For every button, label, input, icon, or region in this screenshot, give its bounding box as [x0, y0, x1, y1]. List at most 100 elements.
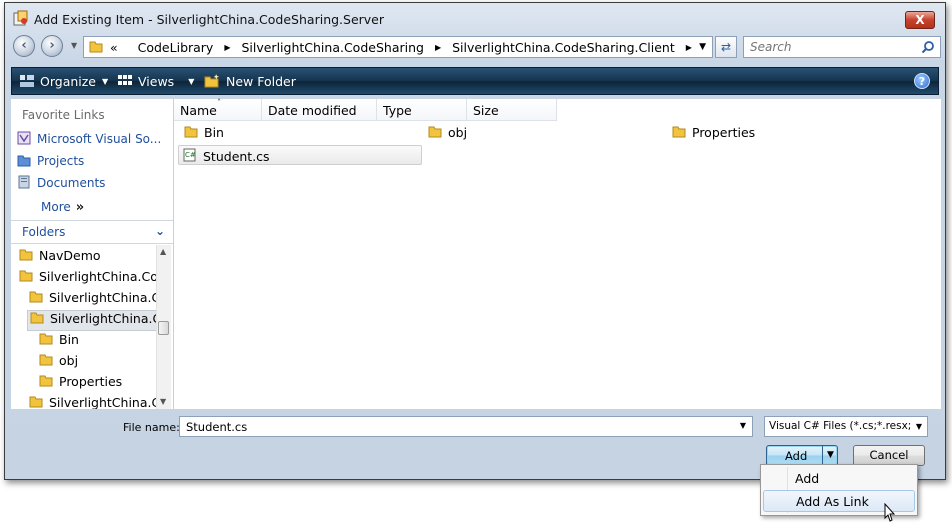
- organize-label: Organize: [40, 74, 96, 89]
- column-header-label: Type: [383, 103, 412, 118]
- folders-header-label: Folders: [22, 225, 66, 239]
- favorite-link-documents[interactable]: Documents: [17, 175, 167, 195]
- cancel-button[interactable]: Cancel: [853, 445, 925, 466]
- favorite-links-header: Favorite Links: [22, 108, 105, 122]
- search-input[interactable]: [748, 39, 917, 55]
- favorite-link-visual-studio[interactable]: Microsoft Visual So...: [17, 131, 167, 151]
- add-existing-item-dialog: Add Existing Item - SilverlightChina.Cod…: [4, 2, 946, 480]
- views-menu[interactable]: Views ▼: [118, 74, 194, 89]
- breadcrumb-separator-icon[interactable]: ▶: [686, 43, 692, 52]
- column-header-type[interactable]: Type: [377, 99, 467, 121]
- tree-item-label: Properties: [59, 374, 123, 389]
- tree-item[interactable]: SilverlightChina.C: [29, 395, 156, 409]
- folder-icon: [39, 375, 53, 387]
- documents-icon: [18, 175, 30, 189]
- favorite-link-projects[interactable]: Projects: [17, 153, 167, 173]
- add-split-button[interactable]: Add ▼: [766, 445, 838, 466]
- back-arrow-icon: ‹: [21, 38, 27, 53]
- file-name-combobox[interactable]: ▼: [179, 416, 753, 437]
- csharp-file-icon: C#: [183, 148, 196, 162]
- file-item-selected[interactable]: C# Student.cs: [178, 145, 422, 165]
- breadcrumb-codesharing[interactable]: SilverlightChina.CodeSharing: [241, 40, 423, 55]
- organize-menu[interactable]: Organize ▼: [20, 74, 108, 89]
- address-dropdown-icon[interactable]: ▼: [699, 42, 706, 52]
- folder-icon: [428, 126, 442, 138]
- scrollbar-thumb[interactable]: [158, 321, 169, 335]
- file-item-label: Properties: [692, 125, 756, 140]
- file-item-folder[interactable]: obj: [424, 125, 471, 145]
- file-item-label: Student.cs: [203, 149, 270, 164]
- chevron-down-icon[interactable]: ▼: [740, 421, 746, 430]
- title-bar: Add Existing Item - SilverlightChina.Cod…: [5, 3, 945, 33]
- file-item-label: Bin: [204, 125, 224, 140]
- folder-icon: [19, 249, 33, 261]
- more-links-button[interactable]: More »: [41, 200, 84, 215]
- search-icon[interactable]: [921, 40, 935, 54]
- scroll-up-icon[interactable]: ▲: [160, 247, 166, 256]
- breadcrumb-separator-icon[interactable]: ▶: [224, 43, 230, 52]
- more-label: More: [41, 200, 71, 214]
- caret-down-icon: ▼: [102, 77, 109, 86]
- caret-down-icon: ▼: [188, 77, 195, 86]
- add-dropdown-arrow-icon[interactable]: ▼: [827, 450, 834, 460]
- file-name-input[interactable]: [184, 419, 728, 435]
- forward-button[interactable]: ›: [41, 35, 63, 57]
- tree-item[interactable]: Properties: [39, 374, 126, 395]
- tree-item-label: SilverlightChina.Co: [39, 269, 156, 284]
- recent-pages-dropdown[interactable]: ▼: [71, 41, 77, 50]
- tree-item[interactable]: obj: [39, 353, 82, 374]
- folder-open-icon: [30, 312, 44, 324]
- new-folder-button[interactable]: New Folder: [204, 74, 296, 89]
- views-label: Views: [138, 74, 175, 89]
- tree-item-label: SilverlightChina.C: [49, 395, 156, 409]
- double-chevron-icon: »: [75, 200, 85, 215]
- column-header-size[interactable]: Size: [467, 99, 557, 121]
- file-list-pane: ˄ Name Date modified Type Size Bin obj P…: [174, 98, 941, 409]
- visual-studio-icon: [17, 131, 31, 145]
- search-box[interactable]: [743, 36, 941, 58]
- organize-icon: [20, 75, 34, 87]
- folder-icon: [39, 333, 53, 345]
- favorite-link-label: Microsoft Visual So...: [37, 132, 162, 146]
- column-header-date-modified[interactable]: Date modified: [262, 99, 377, 121]
- help-icon[interactable]: ?: [914, 73, 930, 89]
- file-type-select[interactable]: Visual C# Files (*.cs;*.resx;*.settings;…: [764, 416, 928, 437]
- menu-item-add[interactable]: Add: [763, 468, 915, 490]
- breadcrumb-client[interactable]: SilverlightChina.CodeSharing.Client: [452, 40, 675, 55]
- new-folder-label: New Folder: [226, 74, 296, 89]
- tree-item[interactable]: NavDemo: [19, 248, 105, 269]
- scroll-down-icon[interactable]: ▼: [160, 397, 166, 406]
- add-button-label[interactable]: Add: [785, 449, 807, 463]
- folder-icon: [89, 41, 103, 53]
- folder-icon: [184, 126, 198, 138]
- dialog-title: Add Existing Item - SilverlightChina.Cod…: [34, 12, 385, 27]
- close-button[interactable]: X: [905, 11, 935, 29]
- folder-tree-scrollbar[interactable]: ▲ ▼: [156, 245, 171, 409]
- views-icon: [118, 75, 132, 85]
- file-item-folder[interactable]: Bin: [180, 125, 228, 145]
- folders-header[interactable]: Folders ⌄: [11, 220, 173, 244]
- favorite-link-label: Documents: [37, 176, 106, 190]
- column-header-label: Size: [473, 103, 499, 118]
- favorite-link-label: Projects: [37, 154, 85, 168]
- sort-ascending-icon: ˄: [217, 98, 221, 107]
- tree-item[interactable]: SilverlightChina.Co: [19, 269, 156, 290]
- tree-item-label: NavDemo: [39, 248, 101, 263]
- menu-item-label: Add As Link: [796, 494, 869, 509]
- column-header-name[interactable]: ˄ Name: [174, 98, 262, 121]
- menu-item-label: Add: [795, 471, 820, 486]
- back-button[interactable]: ‹: [13, 35, 35, 57]
- breadcrumb-separator-icon[interactable]: ▶: [435, 43, 441, 52]
- navigation-pane: Favorite Links Microsoft Visual So... Pr…: [11, 99, 174, 409]
- tree-item[interactable]: Bin: [39, 332, 83, 353]
- refresh-icon: ⇄: [720, 40, 732, 54]
- refresh-button[interactable]: ⇄: [715, 36, 737, 58]
- address-bar[interactable]: « CodeLibrary ▶ SilverlightChina.CodeSha…: [83, 36, 713, 58]
- file-item-folder[interactable]: Properties: [668, 125, 759, 145]
- chevron-down-icon: ⌄: [154, 224, 165, 238]
- breadcrumb-overflow[interactable]: «: [110, 40, 118, 55]
- breadcrumb-codelibrary[interactable]: CodeLibrary: [138, 40, 214, 55]
- tree-item-selected[interactable]: SilverlightChina.C: [27, 310, 156, 331]
- new-folder-icon: [204, 74, 219, 88]
- tree-item[interactable]: SilverlightChina.C: [29, 290, 156, 311]
